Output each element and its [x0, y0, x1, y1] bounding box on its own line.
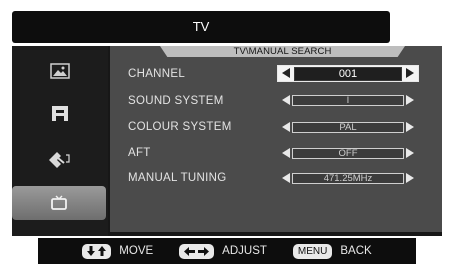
channel-label: CHANNEL [128, 68, 186, 80]
arrow-left-icon[interactable] [282, 68, 290, 78]
sound-system-selector[interactable]: I [280, 95, 416, 107]
arrow-left-icon [184, 246, 196, 256]
tv-icon [51, 195, 67, 210]
move-label: MOVE [119, 245, 154, 257]
aft-selector[interactable]: OFF [280, 148, 416, 160]
arrow-right-icon[interactable] [406, 173, 414, 183]
sidebar-item-sound[interactable] [12, 96, 108, 130]
window-title-bar: TV [12, 11, 390, 43]
adjust-label: ADJUST [222, 245, 267, 257]
colour-system-value: PAL [292, 122, 404, 133]
menu-header: TV\MANUAL SEARCH [160, 46, 405, 57]
sidebar [12, 46, 108, 236]
sidebar-item-picture[interactable] [12, 54, 108, 88]
sound-system-value: I [292, 95, 404, 106]
arrow-right-icon [198, 246, 210, 256]
arrow-left-icon[interactable] [282, 148, 290, 158]
manual-tuning-value: 471.25MHz [292, 173, 404, 184]
leftright-key [179, 243, 215, 259]
arrow-left-icon[interactable] [282, 173, 290, 183]
manual-tuning-selector[interactable]: 471.25MHz [280, 173, 416, 185]
arrow-right-icon[interactable] [406, 148, 414, 158]
aft-value: OFF [292, 148, 404, 159]
settings-icon [49, 152, 70, 168]
channel-value: 001 [294, 67, 402, 81]
tv-menu-panel: TV\MANUAL SEARCH CHANNEL 001 SOUND SYSTE… [12, 46, 442, 236]
channel-selector[interactable]: 001 [277, 65, 419, 82]
sound-system-label: SOUND SYSTEM [128, 95, 224, 107]
audio-icon [52, 106, 68, 121]
arrow-up-icon [98, 246, 107, 256]
window-title: TV [192, 19, 210, 34]
colour-system-label: COLOUR SYSTEM [128, 121, 232, 133]
arrow-right-icon[interactable] [406, 122, 414, 132]
arrow-left-icon[interactable] [282, 95, 290, 105]
colour-system-selector[interactable]: PAL [280, 122, 416, 134]
picture-icon [50, 63, 70, 79]
help-bar: MOVE ADJUST MENU BACK [38, 238, 416, 264]
manual-tuning-label: MANUAL TUNING [128, 172, 227, 184]
aft-label: AFT [128, 147, 151, 159]
sidebar-item-settings[interactable] [12, 142, 108, 176]
updown-key [82, 243, 112, 259]
arrow-down-icon [87, 246, 96, 256]
arrow-right-icon[interactable] [406, 68, 414, 78]
arrow-right-icon[interactable] [406, 95, 414, 105]
back-label: BACK [340, 245, 372, 257]
menu-key: MENU [292, 243, 333, 259]
menu-content: TV\MANUAL SEARCH CHANNEL 001 SOUND SYSTE… [110, 46, 442, 232]
arrow-left-icon[interactable] [282, 122, 290, 132]
sidebar-item-tv[interactable] [12, 186, 106, 220]
